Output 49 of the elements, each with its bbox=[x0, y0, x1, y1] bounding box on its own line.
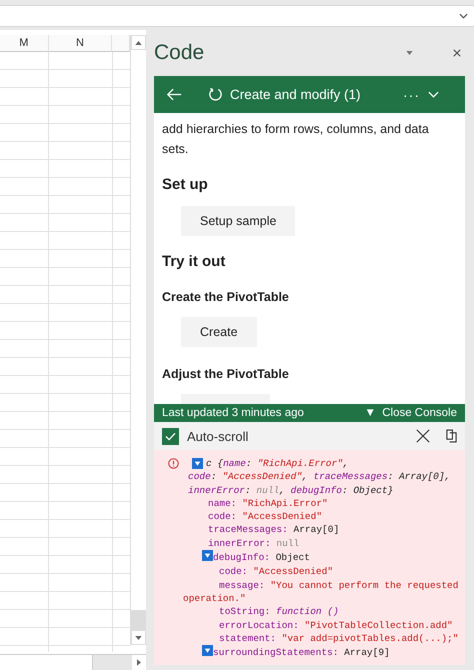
action-button[interactable]: Create bbox=[181, 317, 257, 347]
checkmark-icon bbox=[165, 432, 176, 440]
object-summary: code: "AccessDenied", traceMessages: Array[0], bbox=[188, 470, 450, 484]
section-heading: Try it out bbox=[162, 253, 226, 270]
property-line: errorLocation: "PivotTableCollection.add" bbox=[219, 620, 453, 631]
property-line: traceMessages: Array[0] bbox=[208, 524, 340, 536]
copy-icon[interactable] bbox=[446, 429, 457, 443]
object-summary: innerError: null, debugInfo: Object} bbox=[188, 484, 394, 497]
action-button[interactable]: Setup sample bbox=[181, 206, 296, 236]
expand-toggle-icon[interactable] bbox=[192, 458, 203, 470]
dropdown-icon[interactable] bbox=[406, 51, 413, 55]
scroll-up-icon[interactable] bbox=[135, 40, 142, 44]
property-line: surroundingStatements: Array[9] bbox=[213, 646, 390, 660]
column-header[interactable]: M bbox=[0, 35, 49, 52]
scroll-down-icon[interactable] bbox=[135, 636, 142, 640]
chevron-down-icon[interactable] bbox=[459, 13, 468, 19]
property-line: message: "You cannot perform the requested operation." bbox=[183, 580, 458, 604]
close-console-link[interactable]: ▼ Close Console bbox=[364, 407, 457, 419]
vertical-scrollbar[interactable] bbox=[130, 35, 146, 645]
pane-title: Code bbox=[154, 41, 206, 65]
more-menu[interactable]: ··· bbox=[403, 86, 420, 102]
clear-icon[interactable] bbox=[416, 429, 430, 443]
back-arrow-icon[interactable] bbox=[166, 88, 182, 101]
description-text: add hierarchies to form rows, columns, and data sets. bbox=[162, 121, 430, 158]
horizontal-scrollbar[interactable] bbox=[0, 654, 146, 670]
auto-scroll-label: Auto-scroll bbox=[187, 428, 250, 444]
scroll-right-icon[interactable] bbox=[137, 659, 141, 666]
property-line: name: "RichApi.Error" bbox=[208, 498, 328, 509]
expand-toggle-icon[interactable] bbox=[202, 550, 213, 562]
property-line: statement: "var add=pivotTables.add(...);" bbox=[219, 632, 458, 644]
checkbox[interactable] bbox=[162, 428, 179, 444]
property-line: innerError: null bbox=[208, 538, 300, 549]
close-icon[interactable] bbox=[453, 49, 461, 57]
expand-toggle-icon[interactable] bbox=[202, 645, 213, 656]
object-summary: c {name: "RichApi.Error", bbox=[206, 457, 349, 470]
error-icon bbox=[168, 458, 179, 469]
property-line: code: "AccessDenied" bbox=[219, 566, 334, 578]
refresh-icon[interactable] bbox=[208, 87, 223, 102]
property-line: code: "AccessDenied" bbox=[208, 511, 322, 522]
cell-grid[interactable] bbox=[0, 52, 130, 652]
section-heading: Set up bbox=[162, 176, 209, 193]
snippet-title: Create and modify (1) bbox=[230, 87, 362, 102]
step-heading: Create the PivotTable bbox=[162, 290, 290, 304]
scroll-thumb[interactable] bbox=[131, 610, 146, 630]
column-header[interactable]: N bbox=[48, 35, 112, 52]
step-heading: Adjust the PivotTable bbox=[162, 367, 290, 381]
property-line: toString: function () bbox=[219, 606, 339, 618]
property-line: debugInfo: Object bbox=[213, 551, 310, 564]
last-updated-text: Last updated 3 minutes ago bbox=[162, 407, 304, 419]
